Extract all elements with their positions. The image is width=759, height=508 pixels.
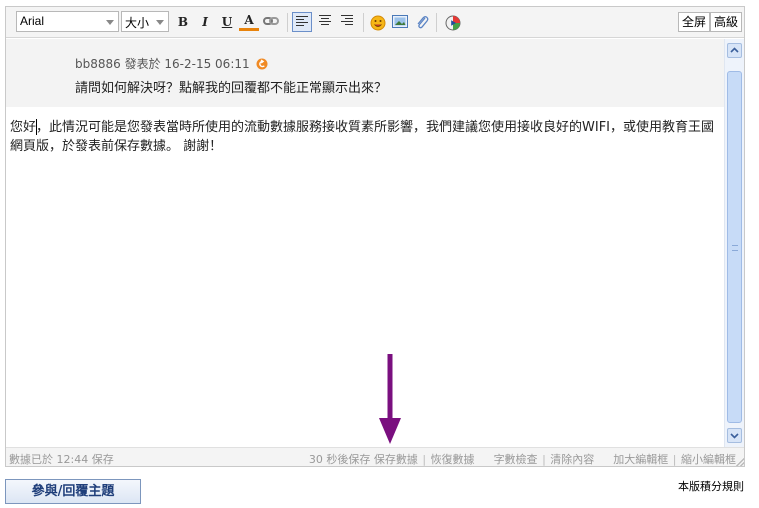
chevron-down-icon <box>156 20 164 25</box>
font-family-select[interactable]: Arial <box>16 11 119 32</box>
editor-actions: 30 秒後保存 保存數據 | 恢復數據 字數檢查 | 清除內容 加大編輯框 | … <box>309 451 736 467</box>
align-right-button[interactable] <box>337 12 357 32</box>
board-rules-link[interactable]: 本版積分規則 <box>678 478 744 494</box>
font-color-button[interactable]: A <box>239 12 259 31</box>
text-cursor <box>36 119 37 135</box>
fullscreen-button[interactable]: 全屏 <box>678 12 711 32</box>
save-data-link[interactable]: 保存數據 <box>374 453 418 466</box>
toolbar-divider <box>363 13 364 32</box>
align-center-icon <box>319 15 331 25</box>
align-center-button[interactable] <box>315 12 335 32</box>
underline-icon: U <box>221 15 233 29</box>
attachment-button[interactable] <box>412 12 432 32</box>
autosave-countdown: 30 秒後保存 <box>308 453 371 466</box>
editor-statusbar: 數據已於 12:44 保存 30 秒後保存 保存數據 | 恢復數據 字數檢查 |… <box>6 447 744 466</box>
italic-icon: I <box>202 15 208 29</box>
chevron-down-icon <box>730 433 739 439</box>
italic-button[interactable]: I <box>195 12 215 32</box>
align-left-button[interactable] <box>292 12 312 32</box>
separator: | <box>672 453 677 466</box>
separator: | <box>542 453 546 466</box>
chevron-up-icon <box>730 47 739 53</box>
quote-body: 請問如何解決呀？點解我的回覆都不能正常顯示出來？ <box>75 81 388 96</box>
editor-scrollbar[interactable] <box>724 39 744 447</box>
image-icon <box>392 15 408 28</box>
separator: | <box>422 453 427 466</box>
word-check-link[interactable]: 字數檢查 <box>494 453 538 466</box>
quote-author-time: bb8886 發表於 16-2-15 06:11 <box>75 57 250 71</box>
font-color-icon: A <box>244 13 254 27</box>
scroll-up-button[interactable] <box>727 43 742 58</box>
font-family-value: Arial <box>20 14 45 28</box>
media-icon <box>445 15 461 31</box>
link-button[interactable] <box>261 12 281 32</box>
smiley-icon <box>370 15 386 31</box>
advanced-label: 高級 <box>714 15 739 29</box>
toolbar-divider <box>436 13 437 32</box>
quoted-post: bb8886 發表於 16-2-15 06:11 請問如何解決呀？點解我的回覆都… <box>6 39 724 107</box>
annotation-arrow-icon <box>379 354 401 444</box>
media-button[interactable] <box>443 12 463 32</box>
smiley-button[interactable] <box>368 12 388 32</box>
resize-grip-icon[interactable] <box>736 458 744 466</box>
align-right-icon <box>341 15 353 25</box>
fullscreen-label: 全屏 <box>682 15 707 29</box>
shrink-editor-link[interactable]: 縮小編輯框 <box>681 453 736 466</box>
align-left-icon <box>296 16 308 26</box>
font-size-select[interactable]: 大小 <box>121 11 169 32</box>
bold-button[interactable]: B <box>173 12 193 32</box>
scroll-thumb[interactable] <box>727 71 742 423</box>
restore-data-link[interactable]: 恢復數據 <box>431 453 475 466</box>
chevron-down-icon <box>106 20 114 25</box>
toolbar-divider <box>287 13 288 32</box>
quote-meta: bb8886 發表於 16-2-15 06:11 <box>75 55 268 72</box>
link-icon <box>263 17 279 25</box>
underline-button[interactable]: U <box>217 12 237 32</box>
message-text: 您好，此情況可能是您發表當時所使用的流動數據服務接收質素所影響，我們建議您使用接… <box>10 120 715 154</box>
editor-toolbar: Arial 大小 B I U A 全屏 高級 <box>6 7 744 38</box>
bold-icon: B <box>177 15 189 29</box>
post-editor: Arial 大小 B I U A 全屏 高級 bb8886 發表於 16-2-1… <box>5 6 745 467</box>
scroll-down-button[interactable] <box>727 428 742 443</box>
editor-content-area[interactable]: bb8886 發表於 16-2-15 06:11 請問如何解決呀？點解我的回覆都… <box>6 39 724 447</box>
save-status: 數據已於 12:44 保存 <box>9 453 114 466</box>
font-size-value: 大小 <box>125 16 150 30</box>
scroll-grip-icon <box>732 245 738 251</box>
attachment-icon <box>417 16 429 29</box>
jump-back-icon[interactable] <box>256 58 268 70</box>
enlarge-editor-link[interactable]: 加大編輯框 <box>613 453 668 466</box>
advanced-mode-button[interactable]: 高級 <box>710 12 743 32</box>
reply-topic-button[interactable]: 參與/回覆主題 <box>5 479 141 504</box>
clear-content-link[interactable]: 清除內容 <box>550 453 594 466</box>
image-button[interactable] <box>390 12 410 32</box>
